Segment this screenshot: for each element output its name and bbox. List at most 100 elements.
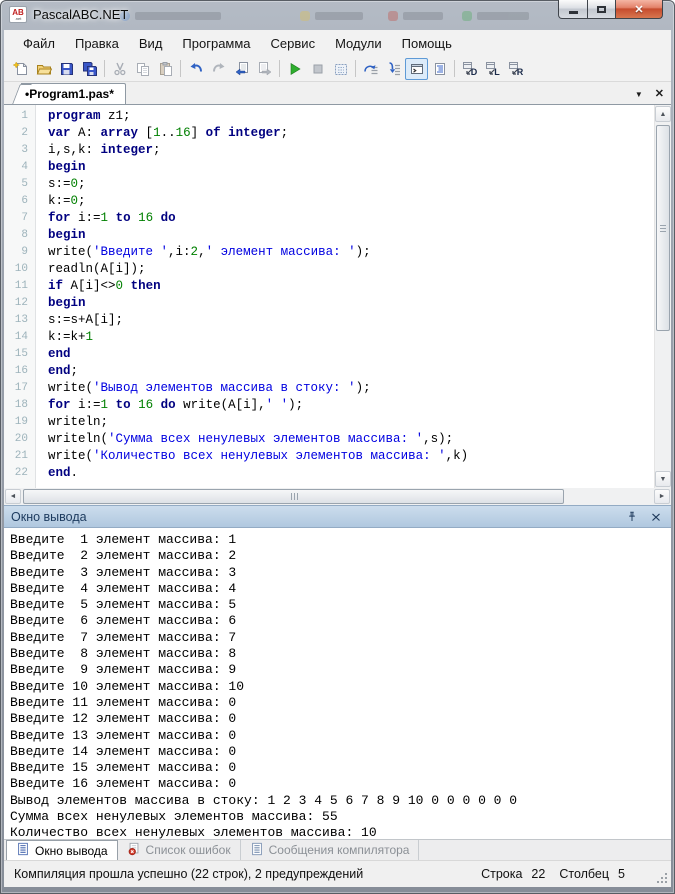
code-line-8: begin — [48, 228, 86, 242]
code-line-18: for i:=1 to 16 do write(A[i],' '); — [48, 398, 304, 412]
compiler-doc-icon — [250, 842, 264, 859]
output-line-7: Введите 7 элемент массива: 7 — [10, 629, 237, 645]
compile-status-message: Компиляция прошла успешно (22 строк), 2 … — [14, 867, 364, 881]
tab-compiler-messages[interactable]: Сообщения компилятора — [241, 840, 420, 860]
open-file-button[interactable] — [32, 58, 55, 80]
nav-back-button[interactable] — [230, 58, 253, 80]
menu-item-modules[interactable]: Модули — [325, 33, 392, 54]
output-close-icon[interactable] — [648, 509, 664, 525]
code-line-11: if A[i]<>0 then — [48, 279, 161, 293]
bottom-tab-strip: Окно вывода Список ошибок Сообщения компил… — [4, 839, 671, 860]
code-line-3: i,s,k: integer; — [48, 143, 161, 157]
copy-button[interactable] — [131, 58, 154, 80]
step-into-button[interactable] — [382, 58, 405, 80]
paste-button[interactable] — [154, 58, 177, 80]
toolbar-separator — [180, 60, 181, 77]
output-line-16: Введите 16 элемент массива: 0 — [10, 776, 237, 792]
compile-button[interactable] — [329, 58, 352, 80]
window-r-button[interactable]: R — [504, 58, 527, 80]
output-line-17: Вывод элементов массива в стоку: 1 2 3 4… — [10, 792, 518, 808]
app-body: Файл Правка Вид Программа Сервис Модули Помощь… — [4, 30, 671, 887]
menu-item-edit[interactable]: Правка — [65, 33, 129, 54]
menu-item-view[interactable]: Вид — [129, 33, 173, 54]
undo-button[interactable] — [184, 58, 207, 80]
background-window-ghost — [388, 8, 443, 23]
toolbar-separator — [454, 60, 455, 77]
cut-button[interactable] — [108, 58, 131, 80]
run-icon — [287, 61, 303, 77]
stop-button[interactable] — [306, 58, 329, 80]
menu-item-help[interactable]: Помощь — [392, 33, 462, 54]
tab-list-chevron-down-icon[interactable] — [635, 84, 643, 102]
line-number: 20 — [14, 433, 28, 445]
output-line-18: Сумма всех ненулевых элементов массива: … — [10, 809, 338, 825]
maximize-button[interactable] — [588, 0, 616, 19]
code-line-10: readln(A[i]); — [48, 262, 146, 276]
step-into-icon — [386, 61, 402, 77]
editor-vertical-scrollbar[interactable]: ▲ ▼ — [654, 105, 671, 488]
code-area[interactable]: program z1; var A: array [1..16] of integ… — [37, 105, 654, 488]
code-line-15: end — [48, 347, 71, 361]
tab-program1[interactable]: •Program1.pas* — [21, 83, 126, 104]
scroll-down-icon[interactable]: ▼ — [655, 471, 671, 487]
console-toggle-button[interactable] — [405, 57, 428, 80]
minimize-button[interactable] — [558, 0, 588, 19]
tab-label: Список ошибок — [145, 843, 231, 857]
pin-icon[interactable] — [624, 509, 640, 525]
output-area[interactable]: Введите 1 элемент массива: 1 Введите 2 эл… — [4, 528, 671, 839]
code-line-21: write('Количество всех ненулевых элемент… — [48, 449, 469, 463]
new-file-button[interactable] — [9, 58, 32, 80]
title-bar[interactable]: AB .net PascalABC.NET ✕ — [0, 0, 675, 30]
window-l-button[interactable]: L — [481, 58, 504, 80]
line-number: 7 — [21, 212, 28, 224]
line-number: 17 — [14, 382, 28, 394]
tab-error-list[interactable]: Список ошибок — [118, 840, 241, 860]
scroll-left-icon[interactable]: ◄ — [5, 489, 21, 504]
format-code-button[interactable] — [428, 58, 451, 80]
svg-text:D: D — [470, 67, 477, 77]
compile-icon — [333, 61, 349, 77]
output-line-2: Введите 2 элемент массива: 2 — [10, 548, 237, 564]
scroll-up-icon[interactable]: ▲ — [655, 106, 671, 122]
resize-grip[interactable] — [657, 873, 667, 883]
svg-text:R: R — [516, 67, 523, 77]
code-editor[interactable]: 1 2 3 4 5 6 7 8 9 10 11 12 13 14 15 16 17 18 19 20 21 22 prog… — [4, 105, 671, 488]
output-line-6: Введите 6 элемент массива: 6 — [10, 613, 237, 629]
column-label: Столбец — [559, 867, 610, 881]
step-over-button[interactable] — [359, 58, 382, 80]
menu-item-service[interactable]: Сервис — [261, 33, 326, 54]
vertical-scroll-thumb[interactable] — [656, 125, 670, 331]
step-over-icon — [363, 61, 379, 77]
editor-horizontal-scrollbar[interactable]: ◄ ► — [4, 488, 671, 505]
code-line-4: begin — [48, 160, 86, 174]
copy-icon — [135, 61, 151, 77]
horizontal-scroll-thumb[interactable] — [23, 489, 564, 504]
run-button[interactable] — [283, 58, 306, 80]
menu-item-program[interactable]: Программа — [172, 33, 260, 54]
code-line-20: writeln('Сумма всех ненулевых элементов … — [48, 432, 454, 446]
line-number: 13 — [14, 314, 28, 326]
paste-icon — [158, 61, 174, 77]
tab-output-window[interactable]: Окно вывода — [6, 840, 118, 860]
background-window-ghost — [300, 8, 363, 23]
output-line-1: Введите 1 элемент массива: 1 — [10, 532, 237, 547]
window-d-button[interactable]: D — [458, 58, 481, 80]
tab-close-icon[interactable] — [655, 84, 664, 102]
output-line-8: Введите 8 элемент массива: 8 — [10, 646, 237, 662]
save-all-button[interactable] — [78, 58, 101, 80]
scroll-right-icon[interactable]: ► — [654, 489, 670, 504]
output-line-10: Введите 10 элемент массива: 10 — [10, 678, 245, 694]
code-line-7: for i:=1 to 16 do — [48, 211, 176, 225]
line-number: 3 — [21, 144, 28, 156]
nav-forward-button[interactable] — [253, 58, 276, 80]
line-number: 12 — [14, 297, 28, 309]
app-logo-icon: AB .net — [9, 6, 27, 23]
save-file-button[interactable] — [55, 58, 78, 80]
menu-item-file[interactable]: Файл — [13, 33, 65, 54]
column-value: 5 — [618, 867, 625, 881]
tab-label: Окно вывода — [35, 843, 108, 858]
code-line-16: end; — [48, 364, 79, 378]
redo-button[interactable] — [207, 58, 230, 80]
close-button[interactable]: ✕ — [616, 0, 663, 19]
output-line-9: Введите 9 элемент массива: 9 — [10, 662, 237, 678]
